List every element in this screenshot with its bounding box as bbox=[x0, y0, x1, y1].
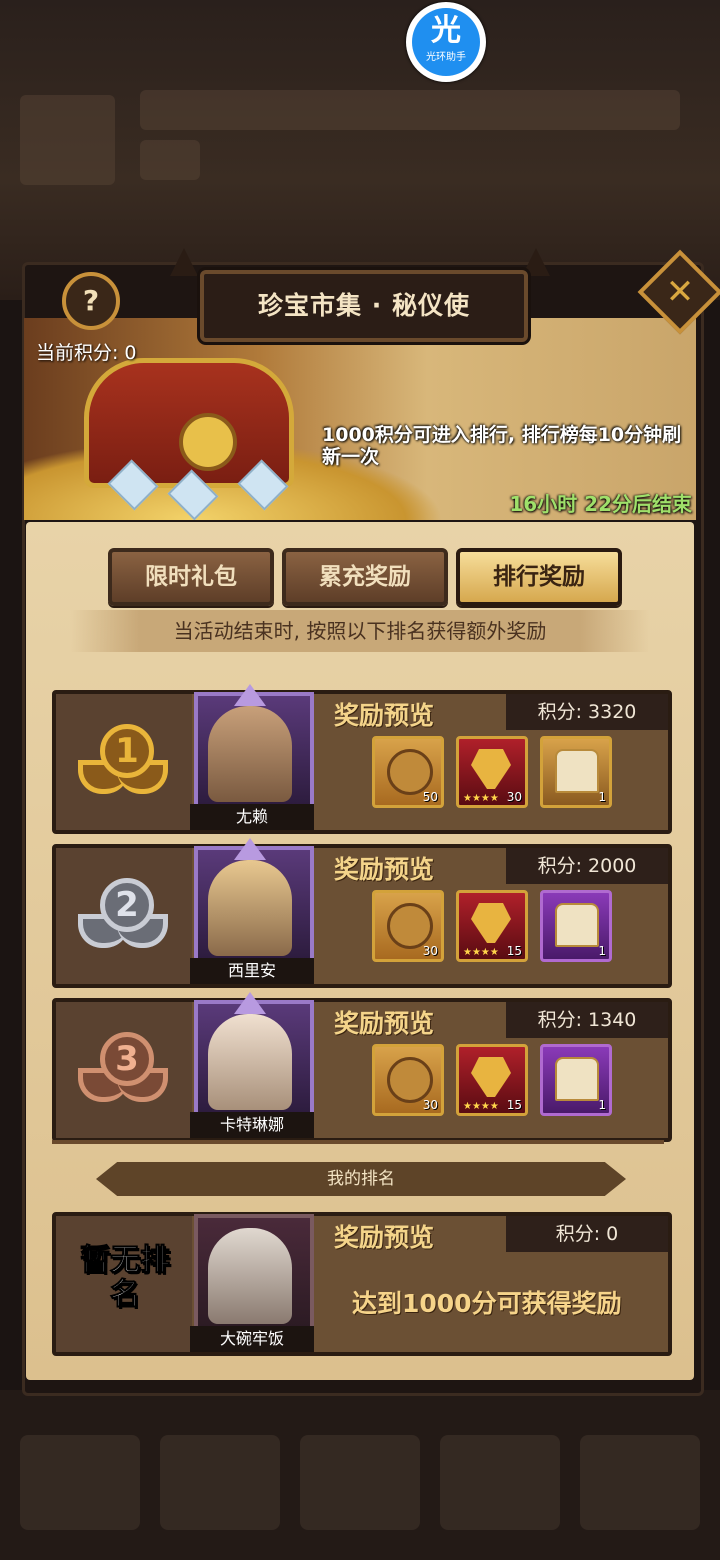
item-stars: ★★★★ bbox=[463, 793, 499, 804]
silver-medal-icon: 2 bbox=[78, 878, 168, 948]
chest-lock-art bbox=[179, 413, 237, 471]
rank-medal-area: 3 bbox=[56, 1002, 192, 1138]
tab-ranking-reward[interactable]: 排行奖励 bbox=[456, 548, 622, 606]
rank-points: 积分: 3320 bbox=[506, 694, 668, 730]
rank-medal-area: 1 bbox=[56, 694, 192, 830]
rank-row-3: 3 卡特琳娜 奖励预览 积分: 1340 30 ★★★★ 15 1 bbox=[52, 992, 672, 1142]
hero-fragment-icon bbox=[471, 749, 511, 789]
frame-spike bbox=[170, 248, 198, 276]
tab-limited-pack[interactable]: 限时礼包 bbox=[108, 548, 274, 606]
rank-number: 2 bbox=[100, 878, 154, 932]
bronze-medal-icon: 3 bbox=[78, 1032, 168, 1102]
helper-label: 光环助手 bbox=[426, 52, 466, 63]
my-rank-header: 我的排名 bbox=[96, 1162, 626, 1196]
reward-preview-label: 奖励预览 bbox=[334, 855, 435, 884]
reward-hint: 达到1000分可获得奖励 bbox=[352, 1289, 622, 1318]
section-subtitle: 当活动结束时, 按照以下排名获得额外奖励 bbox=[70, 610, 650, 652]
background-bottom-nav bbox=[0, 1390, 720, 1560]
close-icon: ✕ bbox=[665, 272, 695, 312]
title-bar: 珍宝市集 · 秘仪使 bbox=[200, 270, 528, 342]
rank-status-area: 暂无排名 bbox=[56, 1216, 192, 1352]
my-points: 积分: 0 bbox=[506, 1216, 668, 1252]
scroll-icon bbox=[387, 1057, 433, 1103]
rank-points: 积分: 1340 bbox=[506, 1002, 668, 1038]
item-stars: ★★★★ bbox=[463, 947, 499, 958]
hero-fragment-icon bbox=[471, 1057, 511, 1097]
list-separator bbox=[52, 1140, 664, 1144]
chest-icon bbox=[555, 1057, 599, 1101]
item-count: 50 bbox=[422, 790, 438, 804]
tab-cumulative-recharge[interactable]: 累充奖励 bbox=[282, 548, 448, 606]
reward-item[interactable]: ★★★★ 15 bbox=[456, 890, 528, 962]
hero-portrait[interactable]: 西里安 bbox=[190, 838, 314, 984]
help-button[interactable]: ? bbox=[62, 272, 120, 330]
helper-logo-icon: 光 bbox=[431, 13, 461, 48]
current-score-value: 0 bbox=[124, 342, 137, 364]
chest-icon bbox=[555, 903, 599, 947]
reward-preview-label: 奖励预览 bbox=[334, 1009, 435, 1038]
hero-name: 尢赖 bbox=[190, 804, 314, 830]
scroll-icon bbox=[387, 749, 433, 795]
my-rank-row: 暂无排名 大碗牢饭 奖励预览 积分: 0 达到1000分可获得奖励 bbox=[52, 1212, 672, 1356]
reward-item[interactable]: ★★★★ 15 bbox=[456, 1044, 528, 1116]
rank-number: 3 bbox=[100, 1032, 154, 1086]
rank-medal-area: 2 bbox=[56, 848, 192, 984]
scroll-icon bbox=[387, 903, 433, 949]
hero-name: 西里安 bbox=[190, 958, 314, 984]
rank-number: 1 bbox=[100, 724, 154, 778]
item-count: 1 bbox=[598, 1098, 606, 1112]
countdown-timer: 16小时 22分后结束 bbox=[509, 492, 692, 516]
background-blurred-hud bbox=[0, 0, 720, 300]
item-count: 1 bbox=[598, 790, 606, 804]
rank-row-1: 1 尢赖 奖励预览 积分: 3320 50 ★★★★ 30 1 bbox=[52, 684, 672, 834]
player-name: 大碗牢饭 bbox=[190, 1326, 314, 1352]
helper-app-badge[interactable]: 光 光环助手 bbox=[406, 2, 486, 82]
hero-avatar bbox=[208, 860, 292, 956]
reward-item[interactable]: 1 bbox=[540, 736, 612, 808]
item-stars: ★★★★ bbox=[463, 1101, 499, 1112]
reward-preview-label: 奖励预览 bbox=[334, 701, 435, 730]
item-count: 15 bbox=[506, 1098, 522, 1112]
reward-item[interactable]: 50 bbox=[372, 736, 444, 808]
rank-points: 积分: 2000 bbox=[506, 848, 668, 884]
crown-icon bbox=[234, 684, 266, 706]
item-count: 15 bbox=[506, 944, 522, 958]
gold-medal-icon: 1 bbox=[78, 724, 168, 794]
current-score: 当前积分: 0 bbox=[36, 338, 137, 365]
hero-portrait[interactable]: 卡特琳娜 bbox=[190, 992, 314, 1138]
chest-icon bbox=[555, 749, 599, 793]
hero-portrait[interactable]: 尢赖 bbox=[190, 684, 314, 830]
item-count: 1 bbox=[598, 944, 606, 958]
reward-preview-label: 奖励预览 bbox=[334, 1223, 435, 1252]
item-count: 30 bbox=[422, 1098, 438, 1112]
crown-icon bbox=[234, 992, 266, 1014]
item-count: 30 bbox=[422, 944, 438, 958]
reward-item[interactable]: 1 bbox=[540, 890, 612, 962]
help-icon: ? bbox=[82, 284, 100, 317]
reward-item[interactable]: 30 bbox=[372, 1044, 444, 1116]
crown-icon bbox=[234, 838, 266, 860]
page-title: 珍宝市集 · 秘仪使 bbox=[258, 291, 470, 320]
player-avatar bbox=[208, 1228, 292, 1324]
ranking-rule-text: 1000积分可进入排行, 排行榜每10分钟刷新一次 bbox=[322, 424, 682, 468]
reward-item[interactable]: 30 bbox=[372, 890, 444, 962]
current-score-label: 当前积分: bbox=[36, 342, 119, 364]
reward-item[interactable]: 1 bbox=[540, 1044, 612, 1116]
hero-avatar bbox=[208, 706, 292, 802]
rank-row-2: 2 西里安 奖励预览 积分: 2000 30 ★★★★ 15 1 bbox=[52, 838, 672, 988]
hero-name: 卡特琳娜 bbox=[190, 1112, 314, 1138]
no-rank-text: 暂无排名 bbox=[80, 1243, 171, 1312]
hero-avatar bbox=[208, 1014, 292, 1110]
item-count: 30 bbox=[506, 790, 522, 804]
hero-fragment-icon bbox=[471, 903, 511, 943]
player-portrait[interactable]: 大碗牢饭 bbox=[190, 1206, 314, 1352]
reward-item[interactable]: ★★★★ 30 bbox=[456, 736, 528, 808]
